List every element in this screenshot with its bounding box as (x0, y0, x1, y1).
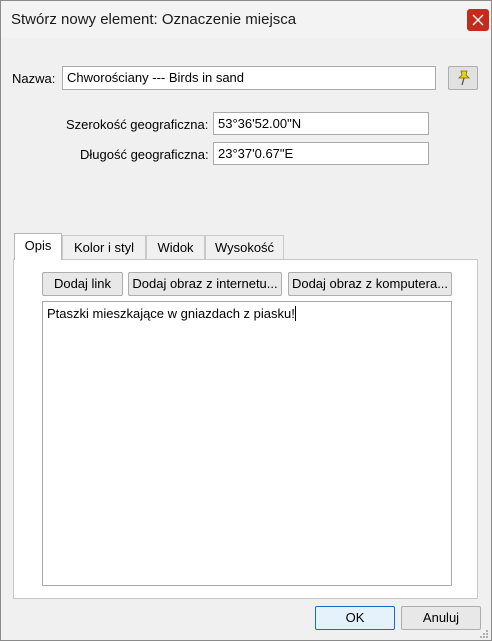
close-button[interactable] (467, 9, 489, 31)
longitude-input[interactable]: 23°37'0.67"E (213, 142, 429, 165)
description-text: Ptaszki mieszkające w gniazdach z piasku… (47, 306, 295, 321)
title-bar: Stwórz nowy element: Oznaczenie miejsca (1, 1, 491, 38)
add-local-image-button[interactable]: Dodaj obraz z komputera... (288, 272, 452, 296)
text-caret (294, 306, 296, 321)
description-textarea[interactable]: Ptaszki mieszkające w gniazdach z piasku… (42, 301, 452, 586)
tab-widok[interactable]: Widok (146, 235, 205, 260)
latitude-label: Szerokość geograficzna: (66, 117, 209, 132)
pushpin-icon (458, 70, 470, 86)
window-title: Stwórz nowy element: Oznaczenie miejsca (11, 11, 297, 28)
resize-grip-icon[interactable] (477, 627, 489, 639)
tab-wysokosc[interactable]: Wysokość (205, 235, 284, 260)
name-label: Nazwa: (12, 71, 56, 86)
ok-button[interactable]: OK (315, 606, 395, 630)
dialog-window: Stwórz nowy element: Oznaczenie miejsca … (0, 0, 492, 641)
name-input[interactable]: Chworościany --- Birds in sand (62, 66, 436, 90)
add-link-button[interactable]: Dodaj link (42, 272, 123, 296)
latitude-input[interactable]: 53°36'52.00"N (213, 112, 429, 135)
longitude-label: Długość geograficzna: (80, 147, 209, 162)
tab-opis[interactable]: Opis (14, 233, 62, 260)
tab-kolor-i-styl[interactable]: Kolor i styl (62, 235, 146, 260)
pin-button[interactable] (448, 66, 478, 90)
close-icon (472, 14, 484, 26)
add-web-image-button[interactable]: Dodaj obraz z internetu... (128, 272, 282, 296)
cancel-button[interactable]: Anuluj (401, 606, 481, 630)
